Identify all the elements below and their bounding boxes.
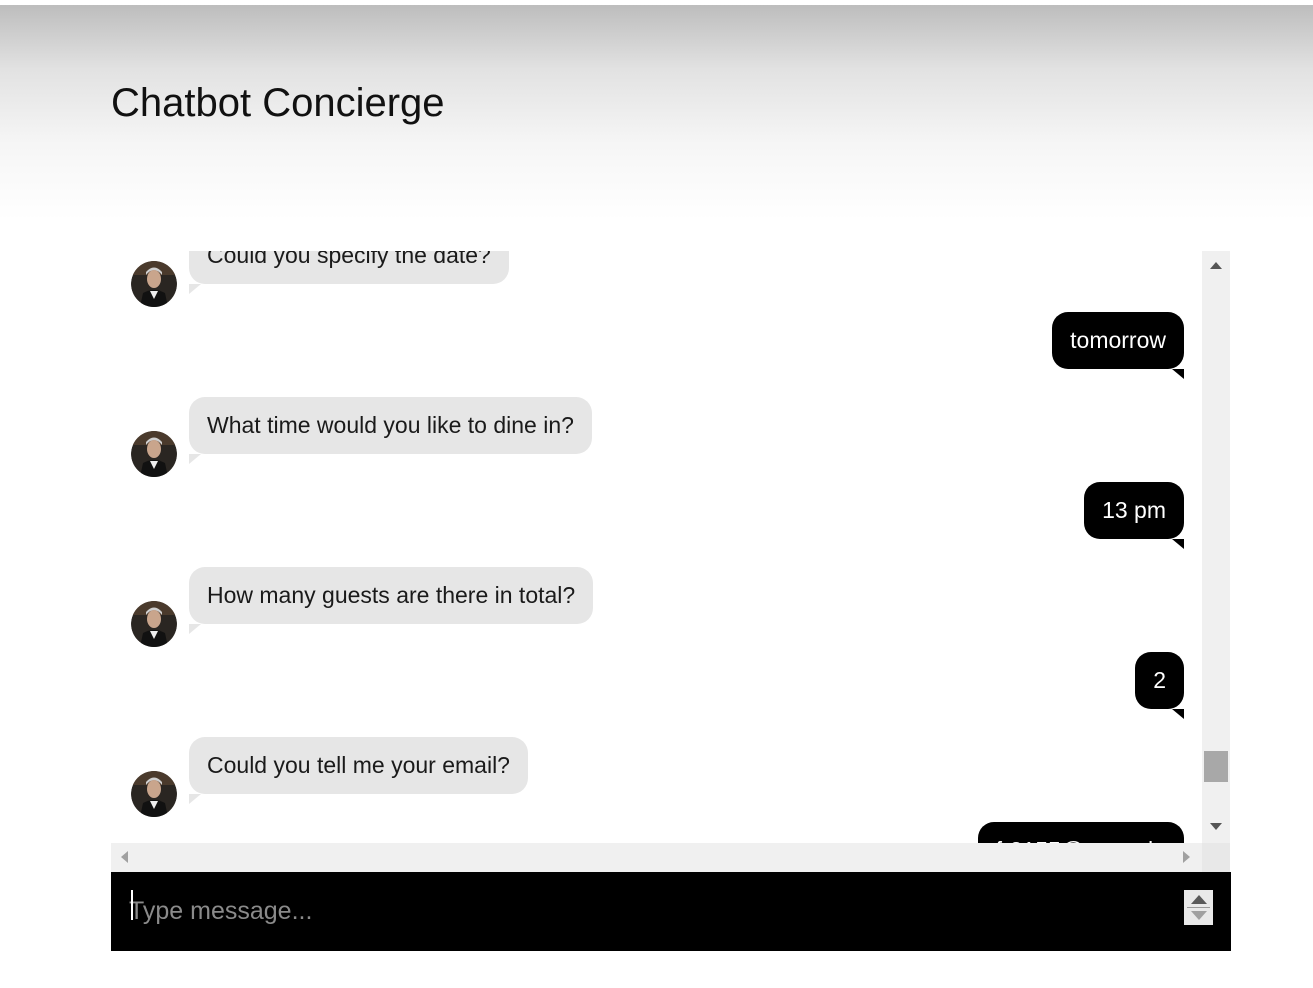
user-bubble: 2 xyxy=(1135,652,1184,709)
bot-bubble: How many guests are there in total? xyxy=(189,567,594,624)
bubble-tail xyxy=(1172,539,1184,549)
scroll-up-arrow-icon[interactable] xyxy=(1210,262,1222,269)
scroll-right-arrow-icon[interactable] xyxy=(1183,851,1190,863)
scroll-left-arrow-icon[interactable] xyxy=(121,851,128,863)
bot-message: How many guests are there in total? xyxy=(111,567,1202,657)
text-caret xyxy=(131,890,133,920)
bot-avatar-icon xyxy=(131,261,177,307)
scroll-thumb[interactable] xyxy=(1204,751,1228,782)
page-title: Chatbot Concierge xyxy=(111,81,445,125)
spin-up-arrow-icon[interactable] xyxy=(1191,895,1207,904)
user-bubble: fr2155@nyu.edu xyxy=(977,822,1184,843)
horizontal-scrollbar[interactable] xyxy=(111,843,1202,872)
input-spinner[interactable] xyxy=(1184,890,1213,925)
user-message: 13 pm xyxy=(111,482,1202,552)
bot-message: What time would you like to dine in? xyxy=(111,397,1202,487)
bubble-tail xyxy=(1172,369,1184,379)
scrollbar-corner xyxy=(1202,843,1230,872)
bot-bubble: Could you tell me your email? xyxy=(189,737,528,794)
bot-avatar-icon xyxy=(131,601,177,647)
bot-bubble: Could you specify the date? xyxy=(189,251,509,284)
spinner-divider xyxy=(1187,907,1210,908)
bubble-tail xyxy=(189,794,201,804)
bubble-tail xyxy=(189,624,201,634)
user-bubble: 13 pm xyxy=(1084,482,1184,539)
bubble-tail xyxy=(1172,709,1184,719)
scroll-down-arrow-icon[interactable] xyxy=(1210,823,1222,830)
message-composer xyxy=(111,872,1231,951)
bot-message: Could you tell me your email? xyxy=(111,737,1202,827)
user-message: fr2155@nyu.edu xyxy=(111,822,1202,843)
bot-avatar-icon xyxy=(131,771,177,817)
bot-bubble: What time would you like to dine in? xyxy=(189,397,592,454)
vertical-scrollbar[interactable] xyxy=(1202,251,1230,843)
chat-messages[interactable]: Could you specify the date? tomorrow Wha… xyxy=(111,251,1202,843)
header: Chatbot Concierge xyxy=(0,5,1313,220)
spin-down-arrow-icon[interactable] xyxy=(1191,911,1207,920)
user-bubble: tomorrow xyxy=(1052,312,1184,369)
user-message: tomorrow xyxy=(111,312,1202,382)
bot-message: Could you specify the date? xyxy=(111,251,1202,317)
message-input[interactable] xyxy=(129,886,1169,936)
bot-avatar-icon xyxy=(131,431,177,477)
user-message: 2 xyxy=(111,652,1202,722)
bubble-tail xyxy=(189,454,201,464)
bubble-tail xyxy=(189,284,201,294)
